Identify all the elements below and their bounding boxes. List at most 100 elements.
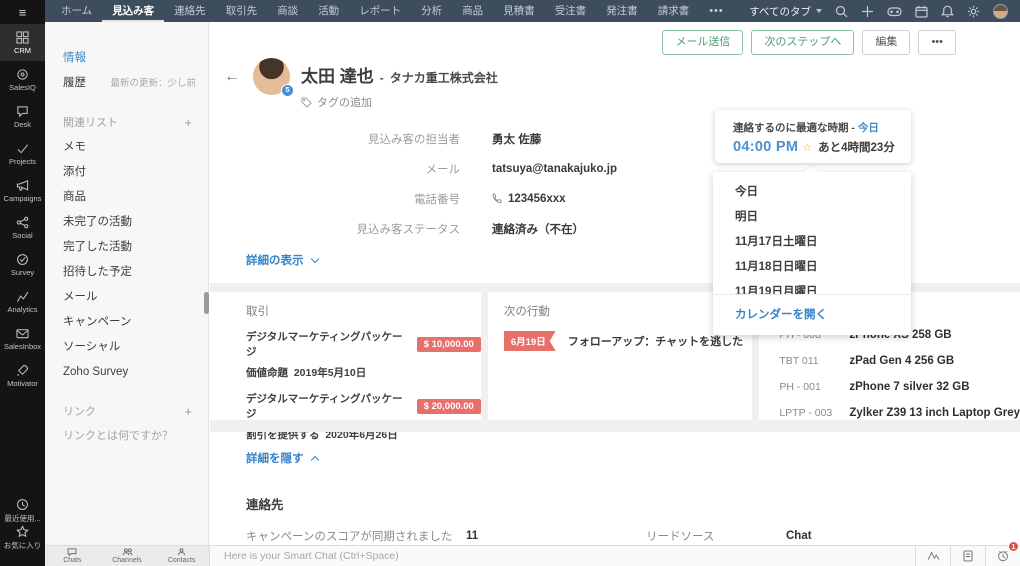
hamburger-menu-icon[interactable]: ≡ <box>0 0 45 24</box>
lead-avatar[interactable]: 5 <box>253 58 294 97</box>
chat-tab-chats[interactable]: Chats <box>45 546 100 566</box>
tab-reports[interactable]: レポート <box>349 0 411 22</box>
best-time-title: 連絡するのに最適な時期 - 今日 <box>733 120 911 135</box>
rail-item-crm[interactable]: CRM <box>0 24 45 61</box>
search-icon[interactable] <box>835 5 848 18</box>
tab-contacts[interactable]: 連絡先 <box>164 0 216 22</box>
rail-label: Analytics <box>7 304 38 314</box>
all-tabs-dropdown[interactable]: すべてのタブ <box>749 4 822 19</box>
chat-tab-contacts[interactable]: Contacts <box>154 546 209 566</box>
rail-label: Social <box>12 230 33 240</box>
add-icon[interactable] <box>861 5 874 18</box>
tab-invoices[interactable]: 請求書 <box>648 0 700 22</box>
rail-item-motivator[interactable]: Motivator <box>0 357 45 394</box>
add-tag-button[interactable]: タグの追加 <box>301 94 498 110</box>
user-avatar[interactable] <box>993 3 1008 19</box>
tab-deals[interactable]: 商談 <box>267 0 308 22</box>
field-value-phone[interactable]: 123456xxx <box>492 193 566 205</box>
deal-item[interactable]: デジタルマーケティングパッケージ $ 10,000.00 価値命題 2019年5… <box>246 329 481 380</box>
sidebar-item-invited-events[interactable]: 招待した予定 <box>63 260 208 285</box>
rail-item-survey[interactable]: Survey <box>0 246 45 283</box>
tab-leads[interactable]: 見込み客 <box>102 0 164 22</box>
bell-icon[interactable] <box>941 5 954 18</box>
tab-activities[interactable]: 活動 <box>308 0 349 22</box>
field-value-email[interactable]: tatsuya@tanakajuko.jp <box>492 163 617 175</box>
option-nov18[interactable]: 11月18日日曜日 <box>735 255 911 280</box>
calendar-icon[interactable] <box>915 5 928 18</box>
salesiq-icon <box>16 68 29 81</box>
sidebar-item-open-activities[interactable]: 未完了の活動 <box>63 210 208 235</box>
sidebar-item-attachments[interactable]: 添付 <box>63 160 208 185</box>
deal-item[interactable]: デジタルマーケティングパッケージ $ 20,000.00 割引を提供する 202… <box>246 391 481 442</box>
smart-chat-bar: Chats Channels Contacts 1 <box>45 541 1020 566</box>
rail-item-analytics[interactable]: Analytics <box>0 283 45 320</box>
lead-source-value[interactable]: Chat <box>786 530 812 542</box>
links-help-link[interactable]: リンクとは何ですか？ <box>63 427 208 443</box>
rail-item-salesiq[interactable]: SalesIQ <box>0 61 45 98</box>
chat-tab-channels[interactable]: Channels <box>100 546 155 566</box>
rail-item-recent[interactable]: 最近使用... <box>0 492 45 529</box>
more-actions-button[interactable]: ••• <box>918 30 956 55</box>
sidebar-item-closed-activities[interactable]: 完了した活動 <box>63 235 208 260</box>
tab-analytics[interactable]: 分析 <box>411 0 452 22</box>
tab-products[interactable]: 商品 <box>452 0 493 22</box>
sidebar-item-campaigns[interactable]: キャンペーン <box>63 310 208 335</box>
rail-item-salesinbox[interactable]: SalesInbox <box>0 320 45 357</box>
rail-item-social[interactable]: Social <box>0 209 45 246</box>
social-icon <box>16 216 29 229</box>
option-tomorrow[interactable]: 明日 <box>735 205 911 230</box>
option-nov19[interactable]: 11月19日月曜日 <box>735 280 911 294</box>
sidebar-item-history[interactable]: 履歴 最新の更新：少し前 <box>63 71 208 96</box>
product-row[interactable]: TBT 011 zPad Gen 4 256 GB <box>779 348 1020 374</box>
tab-home[interactable]: ホーム <box>51 0 102 22</box>
sidebar-item-zoho-survey[interactable]: Zoho Survey <box>63 360 208 385</box>
product-name: Zylker Z39 13 inch Laptop Grey <box>849 407 1020 419</box>
next-step-button[interactable]: 次のステップへ <box>751 30 855 55</box>
best-time-today-link[interactable]: 今日 <box>858 122 879 134</box>
rail-item-campaigns[interactable]: Campaigns <box>0 172 45 209</box>
chat-tab-label: Contacts <box>167 557 196 564</box>
sidebar-item-social[interactable]: ソーシャル <box>63 335 208 360</box>
option-nov17[interactable]: 11月17日土曜日 <box>735 230 911 255</box>
rail-item-favorites[interactable]: お気に入り <box>0 524 45 566</box>
add-link-button[interactable]: + <box>184 400 208 424</box>
tab-accounts[interactable]: 取引先 <box>216 0 268 22</box>
chat-tab-label: Channels <box>112 557 142 564</box>
scrollbar-handle[interactable] <box>204 292 209 314</box>
add-related-list-button[interactable]: + <box>184 111 208 135</box>
contacts-icon <box>177 548 186 556</box>
sidebar-item-notes[interactable]: メモ <box>63 135 208 160</box>
sidebar-item-info[interactable]: 情報 <box>63 46 208 71</box>
zia-icon[interactable] <box>915 546 950 566</box>
field-value[interactable]: 連絡済み（不在） <box>492 221 584 237</box>
game-icon[interactable] <box>887 5 902 18</box>
send-mail-button[interactable]: メール送信 <box>662 30 744 55</box>
rail-item-desk[interactable]: Desk <box>0 98 45 135</box>
open-calendar-link[interactable]: カレンダーを開く <box>713 294 911 335</box>
clock-icon[interactable]: 1 <box>985 541 1020 566</box>
show-details-link[interactable]: 詳細の表示 <box>246 252 319 268</box>
product-row[interactable]: PH - 001 zPhone 7 silver 32 GB <box>779 374 1020 400</box>
sidebar-item-products[interactable]: 商品 <box>63 185 208 210</box>
sidebar-item-emails[interactable]: メール <box>63 285 208 310</box>
document-icon[interactable] <box>950 546 985 566</box>
tab-purchase-orders[interactable]: 発注書 <box>596 0 648 22</box>
tab-sales-orders[interactable]: 受注書 <box>545 0 597 22</box>
rail-label: SalesInbox <box>3 341 42 351</box>
chevron-down-icon <box>310 254 319 263</box>
app-rail: ≡ CRM SalesIQ Desk Projects Campaigns So… <box>0 0 45 566</box>
product-code: TBT 011 <box>779 355 819 367</box>
field-value[interactable]: 勇太 佐藤 <box>492 131 541 147</box>
edit-button[interactable]: 編集 <box>862 30 911 55</box>
tabs-more-button[interactable]: ••• <box>699 5 734 17</box>
smart-chat-input[interactable] <box>209 546 915 566</box>
topnav-right: すべてのタブ <box>749 3 1008 19</box>
hide-details-link[interactable]: 詳細を隠す <box>246 450 319 466</box>
option-today[interactable]: 今日 <box>735 180 911 205</box>
settings-icon[interactable] <box>967 5 980 18</box>
tab-quotes[interactable]: 見積書 <box>493 0 545 22</box>
history-last-updated: 最新の更新：少し前 <box>110 78 196 89</box>
rail-item-projects[interactable]: Projects <box>0 135 45 172</box>
back-arrow-icon[interactable]: ← <box>224 68 240 110</box>
campaign-score-value[interactable]: 11 <box>466 530 646 542</box>
